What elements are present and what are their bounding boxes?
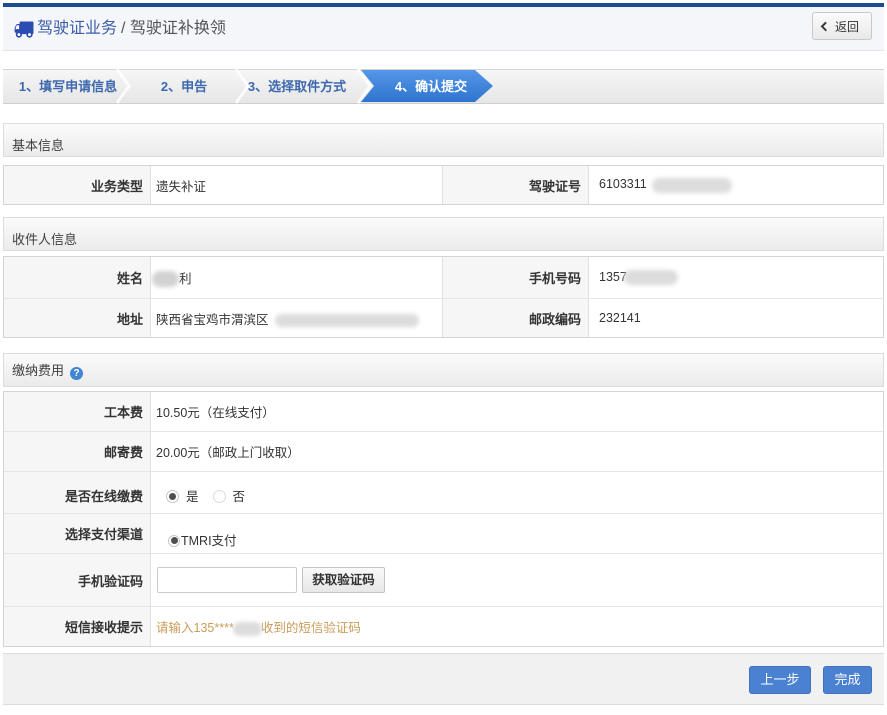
svg-text:1、填写申请信息: 1、填写申请信息 [19, 79, 117, 94]
svg-text:3、选择取件方式: 3、选择取件方式 [248, 79, 346, 94]
svg-text:2、申告: 2、申告 [161, 79, 207, 94]
svg-text:4、确认提交: 4、确认提交 [395, 79, 467, 94]
